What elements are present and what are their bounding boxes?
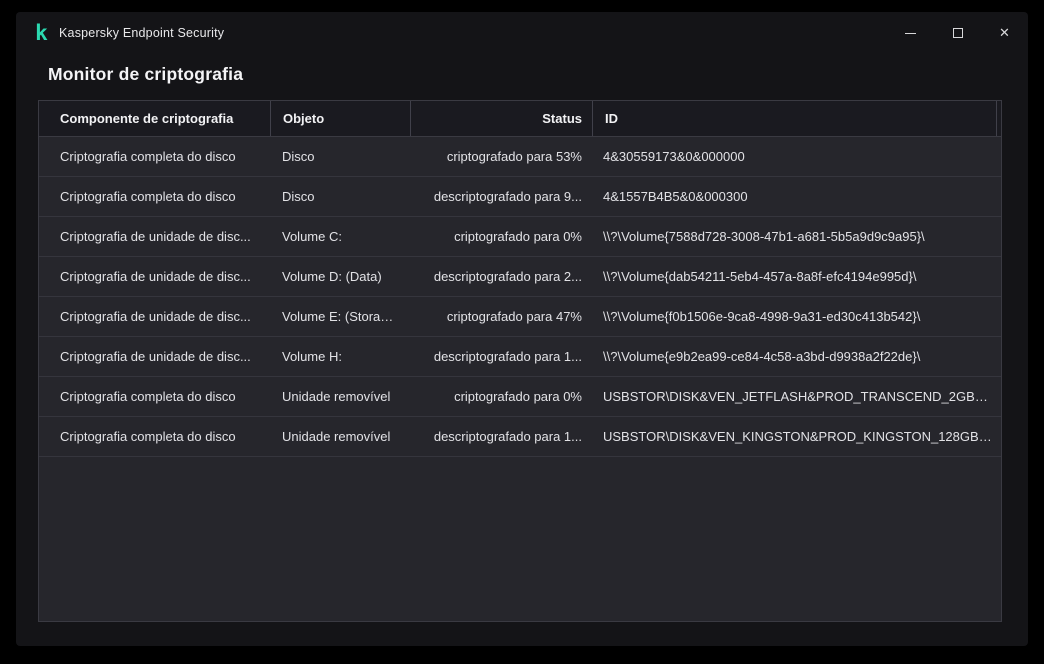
- cell-status: descriptografado para 9...: [433, 189, 582, 204]
- close-icon: ✕: [999, 25, 1010, 40]
- cell-object: Unidade removível: [282, 389, 391, 404]
- cell-object: Disco: [282, 149, 315, 164]
- table-row[interactable]: Criptografia de unidade de disc... Volum…: [39, 257, 1001, 297]
- close-button[interactable]: ✕: [981, 12, 1028, 54]
- cell-id: USBSTOR\DISK&VEN_JETFLASH&PROD_TRANSCEND…: [603, 389, 1001, 404]
- cell-object: Unidade removível: [282, 429, 391, 444]
- cell-component: Criptografia de unidade de disc...: [60, 309, 251, 324]
- cell-status: descriptografado para 1...: [433, 349, 582, 364]
- header-gutter-divider: [996, 101, 997, 136]
- cell-status: criptografado para 0%: [454, 389, 582, 404]
- table-row[interactable]: Criptografia completa do disco Disco cri…: [39, 137, 1001, 177]
- maximize-button[interactable]: [934, 12, 981, 54]
- table-row[interactable]: Criptografia completa do disco Unidade r…: [39, 417, 1001, 457]
- cell-object: Disco: [282, 189, 315, 204]
- table-row[interactable]: Criptografia de unidade de disc... Volum…: [39, 337, 1001, 377]
- cell-component: Criptografia completa do disco: [60, 189, 236, 204]
- column-header-id[interactable]: ID: [592, 101, 1001, 136]
- cell-id: 4&30559173&0&000000: [603, 149, 745, 164]
- column-header-component[interactable]: Componente de criptografia: [39, 101, 270, 136]
- cell-id: \\?\Volume{e9b2ea99-ce84-4c58-a3bd-d9938…: [603, 349, 921, 364]
- cell-id: \\?\Volume{dab54211-5eb4-457a-8a8f-efc41…: [603, 269, 917, 284]
- encryption-monitor-table: Componente de criptografia Objeto Status…: [38, 100, 1002, 622]
- cell-component: Criptografia de unidade de disc...: [60, 349, 251, 364]
- table-body: Criptografia completa do disco Disco cri…: [39, 137, 1001, 457]
- cell-status: criptografado para 0%: [454, 229, 582, 244]
- column-header-object[interactable]: Objeto: [270, 101, 410, 136]
- cell-component: Criptografia de unidade de disc...: [60, 229, 251, 244]
- table-row[interactable]: Criptografia de unidade de disc... Volum…: [39, 217, 1001, 257]
- cell-component: Criptografia completa do disco: [60, 149, 236, 164]
- cell-status: criptografado para 47%: [446, 309, 582, 324]
- window-controls: ✕: [887, 12, 1028, 54]
- cell-status: descriptografado para 2...: [433, 269, 582, 284]
- cell-id: \\?\Volume{f0b1506e-9ca8-4998-9a31-ed30c…: [603, 309, 921, 324]
- table-header-row: Componente de criptografia Objeto Status…: [39, 101, 1001, 137]
- maximize-icon: [952, 28, 963, 38]
- table-row[interactable]: Criptografia completa do disco Unidade r…: [39, 377, 1001, 417]
- cell-object: Volume E: (Storage): [282, 309, 400, 324]
- cell-component: Criptografia de unidade de disc...: [60, 269, 251, 284]
- cell-object: Volume C:: [282, 229, 342, 244]
- cell-status: criptografado para 53%: [446, 149, 582, 164]
- cell-id: \\?\Volume{7588d728-3008-47b1-a681-5b5a9…: [603, 229, 925, 244]
- titlebar[interactable]: k Kaspersky Endpoint Security ✕: [16, 12, 1028, 54]
- column-header-status[interactable]: Status: [410, 101, 592, 136]
- table-row[interactable]: Criptografia de unidade de disc... Volum…: [39, 297, 1001, 337]
- kaspersky-logo-icon: k: [35, 21, 48, 45]
- cell-component: Criptografia completa do disco: [60, 389, 236, 404]
- cell-id: USBSTOR\DISK&VEN_KINGSTON&PROD_KINGSTON_…: [603, 429, 999, 444]
- page-title: Monitor de criptografia: [48, 64, 244, 84]
- cell-object: Volume H:: [282, 349, 342, 364]
- cell-id: 4&1557B4B5&0&000300: [603, 189, 748, 204]
- cell-component: Criptografia completa do disco: [60, 429, 236, 444]
- app-title: Kaspersky Endpoint Security: [59, 26, 225, 40]
- cell-object: Volume D: (Data): [282, 269, 382, 284]
- minimize-button[interactable]: [887, 12, 934, 54]
- cell-status: descriptografado para 1...: [433, 429, 582, 444]
- app-window: k Kaspersky Endpoint Security ✕ Monitor …: [16, 12, 1028, 646]
- table-row[interactable]: Criptografia completa do disco Disco des…: [39, 177, 1001, 217]
- minimize-icon: [905, 32, 916, 34]
